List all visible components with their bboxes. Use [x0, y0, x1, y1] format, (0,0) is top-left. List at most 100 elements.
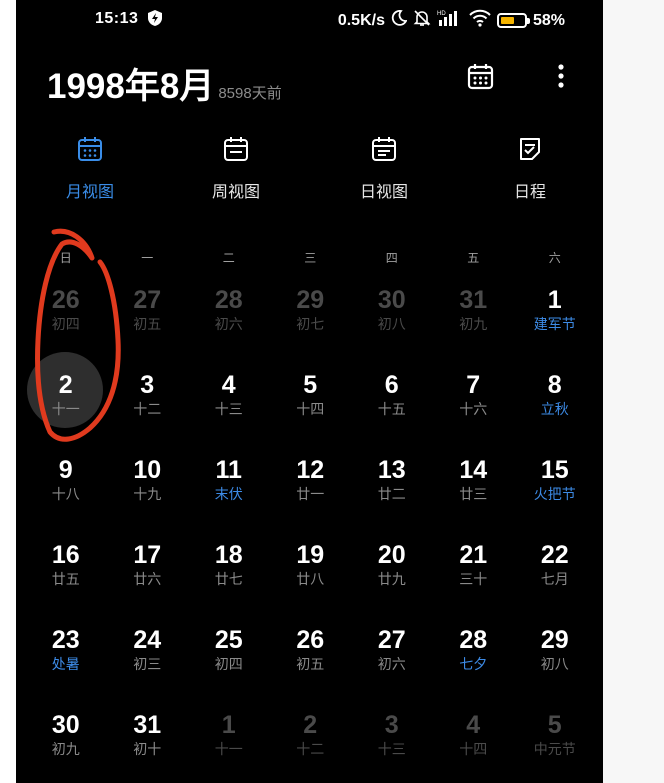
day-cell[interactable]: 30 初九	[25, 709, 107, 783]
day-cell[interactable]: 17 廿六	[107, 539, 189, 624]
day-cell[interactable]: 28 七夕	[433, 624, 515, 709]
schedule-icon	[475, 136, 585, 166]
lunar-date: 七夕	[459, 656, 488, 672]
day-cell[interactable]: 5 中元节	[514, 709, 596, 783]
day-cell[interactable]: 4 十四	[433, 709, 515, 783]
day-cell[interactable]: 3 十三	[351, 709, 433, 783]
day-cell[interactable]: 19 廿八	[270, 539, 352, 624]
lunar-date: 廿八	[296, 571, 325, 587]
tab-label: 日程	[513, 184, 546, 201]
day-number: 3	[140, 371, 155, 399]
lunar-date: 建军节	[533, 316, 576, 332]
battery-percent: 58%	[532, 11, 565, 29]
more-options-icon[interactable]	[556, 62, 566, 96]
day-cell[interactable]: 3 十二	[107, 369, 189, 454]
weekday-label: 四	[385, 251, 398, 265]
tab-month-view[interactable]: 月视图	[35, 136, 145, 202]
page-title[interactable]: 1998年8月	[47, 58, 214, 109]
lunar-date: 十六	[459, 401, 488, 417]
tab-week-view[interactable]: 周视图	[181, 136, 291, 202]
day-cell[interactable]: 31 初十	[107, 709, 189, 783]
wifi-icon	[469, 9, 491, 32]
status-bar: 15:13 0.5K/s HD 58%	[16, 0, 603, 40]
day-number: 3	[384, 711, 399, 739]
day-number: 18	[214, 541, 243, 569]
lunar-date: 火把节	[533, 486, 576, 502]
day-cell[interactable]: 27 初六	[351, 624, 433, 709]
lunar-date: 廿七	[214, 571, 243, 587]
day-cell[interactable]: 7 十六	[433, 369, 515, 454]
day-cell[interactable]: 12 廿一	[270, 454, 352, 539]
lunar-date: 初六	[214, 316, 243, 332]
day-cell[interactable]: 29 初七	[270, 284, 352, 369]
weekday-label: 日	[59, 251, 72, 265]
lunar-date: 初七	[296, 316, 325, 332]
day-cell[interactable]: 14 廿三	[433, 454, 515, 539]
tab-schedule[interactable]: 日程	[475, 136, 585, 202]
battery-icon	[496, 13, 530, 28]
network-speed: 0.5K/s	[337, 11, 385, 29]
day-cell[interactable]: 25 初四	[188, 624, 270, 709]
moon-icon	[391, 10, 408, 31]
day-number: 15	[540, 456, 569, 484]
day-cell[interactable]: 23 处暑	[25, 624, 107, 709]
lunar-date: 末伏	[214, 486, 243, 502]
day-cell[interactable]: 26 初五	[270, 624, 352, 709]
lunar-date: 十二	[133, 401, 162, 417]
phone-screen: 15:13 0.5K/s HD 58% 1998年8月 8598天前 月视图 周…	[16, 0, 603, 783]
lunar-date: 初四	[214, 656, 243, 672]
day-number: 4	[221, 371, 236, 399]
month-header: 1998年8月 8598天前	[47, 58, 282, 109]
lunar-date: 十一	[214, 741, 243, 757]
day-number: 9	[58, 456, 73, 484]
lunar-date: 廿六	[133, 571, 162, 587]
day-cell[interactable]: 5 十四	[270, 369, 352, 454]
day-cell[interactable]: 11 末伏	[188, 454, 270, 539]
lunar-date: 初十	[133, 741, 162, 757]
day-cell[interactable]: 21 三十	[433, 539, 515, 624]
day-cell[interactable]: 22 七月	[514, 539, 596, 624]
day-cell[interactable]: 2 十二	[270, 709, 352, 783]
day-number: 5	[303, 371, 318, 399]
lunar-date: 廿二	[377, 486, 406, 502]
day-number: 10	[133, 456, 162, 484]
day-number: 12	[296, 456, 325, 484]
day-number: 30	[377, 286, 406, 314]
day-cell[interactable]: 27 初五	[107, 284, 189, 369]
day-cell[interactable]: 29 初八	[514, 624, 596, 709]
day-cell[interactable]: 2 十一	[25, 369, 107, 454]
lunar-date: 中元节	[533, 741, 576, 757]
hd-label: HD	[437, 11, 446, 17]
day-cell[interactable]: 30 初八	[351, 284, 433, 369]
tab-label: 月视图	[65, 184, 114, 201]
day-cell[interactable]: 4 十三	[188, 369, 270, 454]
day-cell[interactable]: 20 廿九	[351, 539, 433, 624]
day-number: 27	[133, 286, 162, 314]
today-calendar-icon[interactable]	[466, 62, 495, 96]
day-cell[interactable]: 8 立秋	[514, 369, 596, 454]
day-number: 17	[133, 541, 162, 569]
tab-day-view[interactable]: 日视图	[329, 136, 439, 202]
weekday-label: 二	[222, 251, 235, 265]
day-cell[interactable]: 9 十八	[25, 454, 107, 539]
day-cell[interactable]: 31 初九	[433, 284, 515, 369]
day-number: 24	[133, 626, 162, 654]
day-cell[interactable]: 15 火把节	[514, 454, 596, 539]
day-cell[interactable]: 24 初三	[107, 624, 189, 709]
day-number: 26	[296, 626, 325, 654]
day-cell[interactable]: 18 廿七	[188, 539, 270, 624]
day-cell[interactable]: 1 建军节	[514, 284, 596, 369]
day-number: 22	[540, 541, 569, 569]
day-number: 20	[377, 541, 406, 569]
day-number: 5	[547, 711, 562, 739]
day-cell[interactable]: 28 初六	[188, 284, 270, 369]
day-cell[interactable]: 26 初四	[25, 284, 107, 369]
day-cell[interactable]: 10 十九	[107, 454, 189, 539]
lunar-date: 十九	[133, 486, 162, 502]
day-cell[interactable]: 6 十五	[351, 369, 433, 454]
day-cell[interactable]: 13 廿二	[351, 454, 433, 539]
day-number: 26	[51, 286, 80, 314]
lunar-date: 十四	[296, 401, 325, 417]
day-cell[interactable]: 1 十一	[188, 709, 270, 783]
day-cell[interactable]: 16 廿五	[25, 539, 107, 624]
